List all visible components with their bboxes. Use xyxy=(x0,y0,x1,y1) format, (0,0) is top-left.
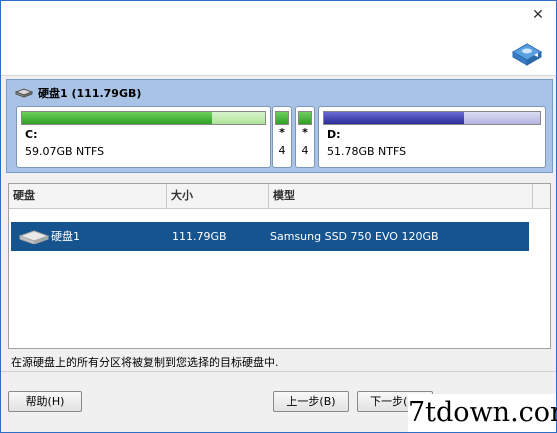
title-bar: ✕ xyxy=(1,1,556,31)
cell-disk-name: 硬盘1 xyxy=(51,230,80,243)
partition-usage-bar xyxy=(298,111,312,125)
partition-small-2[interactable]: * 4 xyxy=(295,106,315,168)
partition-label: * xyxy=(302,126,308,139)
header-banner xyxy=(1,31,556,76)
partition-label: C: xyxy=(25,128,38,141)
status-text: 在源硬盘上的所有分区将被复制到您选择的目标硬盘中. xyxy=(11,356,279,369)
partition-info: 4 xyxy=(301,144,309,157)
column-header-model[interactable]: 模型 xyxy=(269,184,533,208)
disk-list: 硬盘 大小 模型 硬盘1 111.79GB Samsung SSD 750 EV… xyxy=(8,183,551,349)
close-button[interactable]: ✕ xyxy=(524,3,552,27)
partition-usage-bar xyxy=(323,111,541,125)
cell-disk-model: Samsung SSD 750 EVO 120GB xyxy=(270,230,439,243)
close-icon: ✕ xyxy=(532,7,544,23)
cell-disk-size: 111.79GB xyxy=(172,230,227,243)
back-button[interactable]: 上一步(B) xyxy=(273,391,349,412)
partition-c[interactable]: C: 59.07GB NTFS xyxy=(16,106,271,168)
hard-disk-icon xyxy=(15,88,33,98)
partition-info: 51.78GB NTFS xyxy=(327,145,407,158)
table-row[interactable]: 硬盘1 111.79GB Samsung SSD 750 EVO 120GB xyxy=(11,222,529,251)
disk-copy-icon xyxy=(511,43,543,66)
divider xyxy=(1,371,556,372)
help-button[interactable]: 帮助(H) xyxy=(8,391,82,412)
disk-title-label: 硬盘1 (111.79GB) xyxy=(38,87,142,100)
partition-label: D: xyxy=(327,128,341,141)
partition-label: * xyxy=(279,126,285,139)
dialog-window: ✕ 硬盘1 (111.79GB) C: 59.07GB NTFS * 4 * 4… xyxy=(0,0,557,433)
column-header-disk[interactable]: 硬盘 xyxy=(9,184,167,208)
hard-disk-icon xyxy=(19,230,49,244)
watermark-text: 7tdown.com xyxy=(408,394,557,432)
list-header: 硬盘 大小 模型 xyxy=(9,184,550,209)
partition-info: 4 xyxy=(278,144,286,157)
partition-usage-bar xyxy=(275,111,289,125)
column-header-size[interactable]: 大小 xyxy=(167,184,269,208)
partition-small-1[interactable]: * 4 xyxy=(272,106,292,168)
disk-title: 硬盘1 (111.79GB) xyxy=(15,85,141,101)
partition-d[interactable]: D: 51.78GB NTFS xyxy=(318,106,546,168)
partition-info: 59.07GB NTFS xyxy=(25,145,105,158)
partition-usage-bar xyxy=(21,111,266,125)
disk-map-panel: 硬盘1 (111.79GB) C: 59.07GB NTFS * 4 * 4 D… xyxy=(6,79,553,173)
